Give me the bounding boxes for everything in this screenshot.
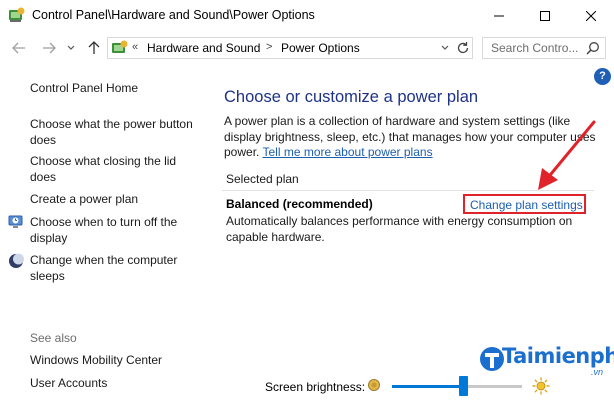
watermark-brand: Taimienphi [502, 344, 614, 368]
sidebar-item-computer-sleeps[interactable]: Change when the computer sleeps [30, 253, 200, 284]
refresh-button[interactable] [456, 41, 470, 58]
back-arrow-icon [12, 42, 25, 54]
screen-brightness-label: Screen brightness: [265, 380, 366, 394]
moon-icon [8, 253, 24, 269]
page-title: Choose or customize a power plan [224, 88, 479, 106]
title-bar: Control Panel\Hardware and Sound\Power O… [0, 0, 614, 31]
plan-name: Balanced (recommended) [226, 197, 373, 211]
bright-brightness-icon [532, 377, 550, 398]
breadcrumb-hardware-and-sound[interactable]: Hardware and Sound [147, 41, 260, 55]
breadcrumb-separator[interactable]: > [266, 41, 272, 53]
sidebar-item-turn-off-display[interactable]: Choose when to turn off the display [30, 215, 200, 246]
brightness-slider-track[interactable] [392, 385, 522, 388]
navigation-bar: « Hardware and Sound > Power Options Sea… [0, 31, 614, 65]
up-button[interactable] [85, 40, 103, 56]
control-panel-icon [111, 40, 129, 56]
address-bar[interactable]: « Hardware and Sound > Power Options [107, 37, 473, 59]
up-arrow-icon [88, 41, 100, 54]
breadcrumb-power-options[interactable]: Power Options [281, 41, 360, 55]
maximize-button[interactable] [522, 0, 568, 31]
help-button[interactable]: ? [594, 68, 611, 85]
search-placeholder: Search Contro... [491, 41, 579, 55]
plan-description: Automatically balances performance with … [226, 214, 573, 244]
sidebar: Control Panel Home Choose what the power… [0, 65, 205, 412]
monitor-shield-icon [8, 214, 24, 230]
sidebar-item-power-button[interactable]: Choose what the power button does [30, 117, 200, 148]
sidebar-item-windows-mobility-center[interactable]: Windows Mobility Center [30, 353, 200, 369]
learn-more-link[interactable]: Tell me more about power plans [262, 145, 432, 159]
control-panel-icon [8, 7, 26, 23]
see-also-heading: See also [30, 331, 77, 345]
back-button[interactable] [10, 40, 28, 56]
sidebar-item-user-accounts[interactable]: User Accounts [30, 376, 200, 392]
dim-brightness-icon [367, 378, 381, 395]
chevron-down-icon [441, 45, 449, 50]
address-dropdown-button[interactable] [441, 41, 449, 58]
refresh-icon [457, 42, 469, 54]
address-overflow-separator[interactable]: « [132, 41, 138, 53]
recent-locations-button[interactable] [62, 40, 80, 56]
chevron-down-icon [67, 45, 75, 50]
minimize-button[interactable] [476, 0, 522, 31]
sidebar-item-closing-lid[interactable]: Choose what closing the lid does [30, 154, 200, 185]
forward-button[interactable] [40, 40, 58, 56]
watermark-suffix: .vn [591, 367, 604, 377]
change-plan-settings-link[interactable]: Change plan settings [463, 194, 586, 214]
red-arrow-annotation [538, 120, 596, 190]
window-title: Control Panel\Hardware and Sound\Power O… [32, 8, 315, 22]
forward-arrow-icon [43, 42, 56, 54]
brightness-slider-fill [392, 385, 464, 388]
sidebar-item-control-panel-home[interactable]: Control Panel Home [30, 81, 200, 97]
sidebar-item-create-power-plan[interactable]: Create a power plan [30, 192, 200, 208]
search-input[interactable]: Search Contro... [482, 37, 606, 59]
watermark-logo: Taimienphi .vn [478, 342, 614, 380]
search-icon [586, 41, 600, 58]
close-button[interactable] [568, 0, 614, 31]
selected-plan-heading: Selected plan [226, 172, 299, 186]
brightness-slider-thumb[interactable] [459, 376, 468, 396]
